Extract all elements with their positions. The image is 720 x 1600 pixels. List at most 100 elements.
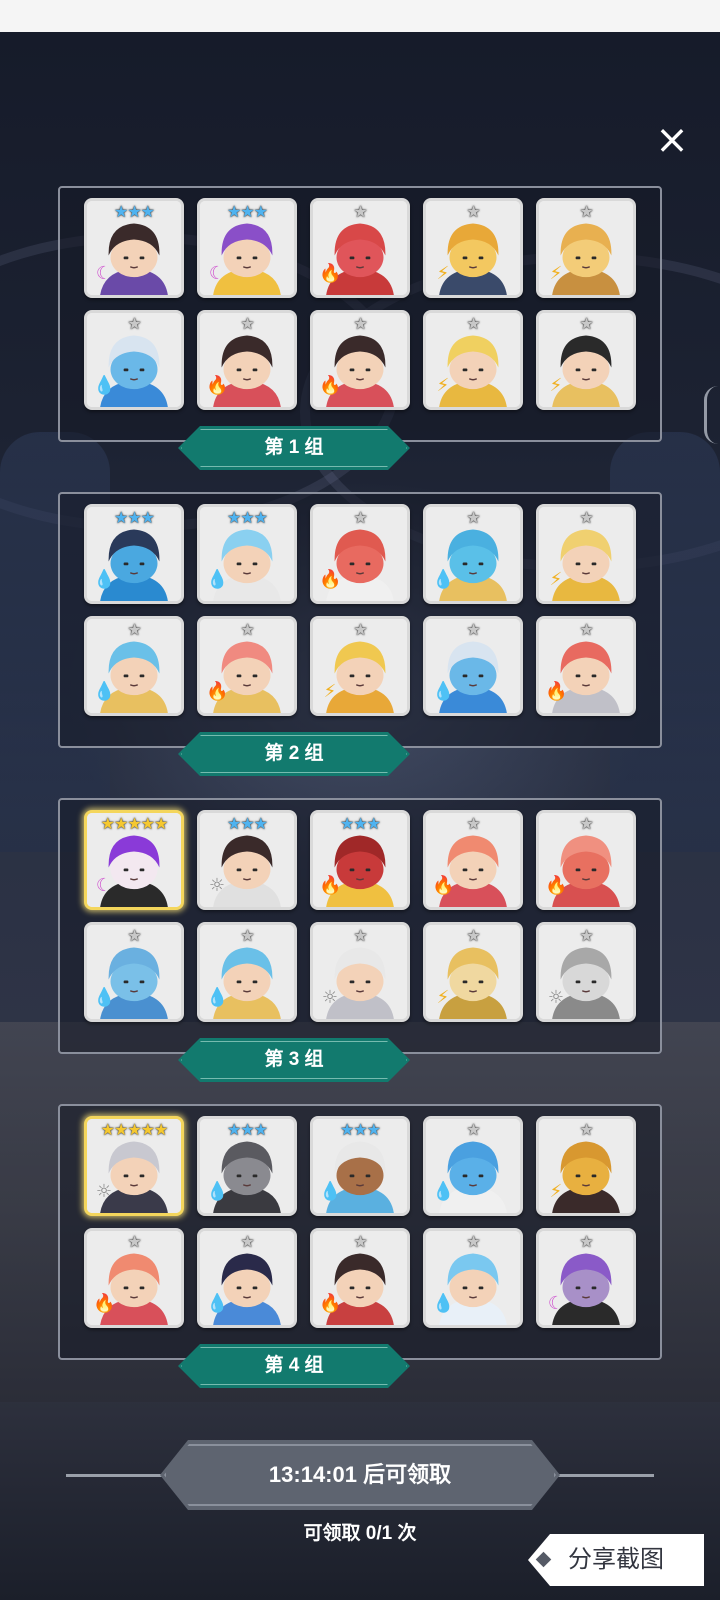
hero-card[interactable]: ★ ⚡	[536, 1116, 636, 1216]
hero-star-rating: ★	[466, 620, 480, 639]
hero-star-rating: ★	[127, 314, 141, 333]
moon-icon: ☾	[95, 875, 113, 896]
hero-star-rating: ★★★	[226, 508, 268, 527]
hero-card[interactable]: ★ 🔥	[423, 810, 523, 910]
hero-card[interactable]: ★ 🔥	[310, 1228, 410, 1328]
thunder-icon: ⚡	[549, 263, 563, 284]
hero-card[interactable]: ★★★★★ ☾	[84, 810, 184, 910]
hero-card[interactable]: ★ ⚡	[423, 310, 523, 410]
hero-card[interactable]: ★ ⚡	[536, 310, 636, 410]
hero-card[interactable]: ★ ⚡	[310, 616, 410, 716]
hero-card[interactable]: ★ 🔥	[310, 310, 410, 410]
hero-card[interactable]: ★★★ ☼	[197, 810, 297, 910]
hero-card[interactable]: ★ ⚡	[536, 198, 636, 298]
hero-star-rating: ★★★★★	[100, 1120, 169, 1139]
fire-icon: 🔥	[545, 875, 568, 896]
hero-star-rating: ★	[579, 814, 593, 833]
water-icon: 💧	[432, 681, 455, 702]
hero-star-rating: ★	[240, 1232, 254, 1251]
hero-star-rating: ★	[579, 620, 593, 639]
water-icon: 💧	[93, 375, 116, 396]
water-icon: 💧	[206, 1293, 229, 1314]
water-icon: 💧	[432, 569, 455, 590]
fire-icon: 🔥	[206, 681, 229, 702]
hero-card[interactable]: ★ 🔥	[310, 198, 410, 298]
hero-star-rating: ★★★	[339, 1120, 381, 1139]
water-icon: 💧	[432, 1293, 455, 1314]
hero-card[interactable]: ★ 💧	[197, 922, 297, 1022]
hero-star-rating: ★	[127, 620, 141, 639]
hero-star-rating: ★	[353, 926, 367, 945]
hero-card[interactable]: ★ ⚡	[423, 198, 523, 298]
group-label: 第 4 组	[178, 1344, 410, 1388]
light-icon: ☼	[208, 875, 226, 896]
hero-card[interactable]: ★ 💧	[423, 616, 523, 716]
claim-timer-button[interactable]: 13:14:01 后可领取	[160, 1440, 560, 1510]
hero-card[interactable]: ★ 🔥	[197, 616, 297, 716]
hero-star-rating: ★	[353, 314, 367, 333]
hero-card[interactable]: ★ 🔥	[197, 310, 297, 410]
hero-card[interactable]: ★ ☾	[536, 1228, 636, 1328]
hero-card[interactable]: ★ 🔥	[84, 1228, 184, 1328]
hero-card[interactable]: ★★★ ☾	[197, 198, 297, 298]
hero-star-rating: ★	[466, 1120, 480, 1139]
status-bar	[0, 0, 720, 32]
hero-card[interactable]: ★★★ ☾	[84, 198, 184, 298]
hero-card[interactable]: ★★★ 💧	[310, 1116, 410, 1216]
hero-star-rating: ★	[353, 508, 367, 527]
hero-star-rating: ★★★	[339, 814, 381, 833]
hero-group-panel: ★★★★★ ☾ ★★★ ☼ ★★★ 🔥 ★ 🔥 ★ 🔥 ★ 💧 ★ 💧 ★ ☼ ★ ⚡ ★ ☼	[58, 798, 662, 1054]
hero-card[interactable]: ★ ☼	[536, 922, 636, 1022]
hero-card[interactable]: ★ 🔥	[536, 810, 636, 910]
hero-grid: ★★★ ☾ ★★★ ☾ ★ 🔥 ★ ⚡ ★ ⚡ ★ 💧 ★ 🔥 ★ 🔥 ★ ⚡ ★ ⚡	[84, 198, 636, 410]
hero-card[interactable]: ★ ☼	[310, 922, 410, 1022]
water-icon: 💧	[432, 1181, 455, 1202]
water-icon: 💧	[206, 987, 229, 1008]
hero-card[interactable]: ★ 💧	[84, 310, 184, 410]
hero-group-panel: ★★★ ☾ ★★★ ☾ ★ 🔥 ★ ⚡ ★ ⚡ ★ 💧 ★ 🔥 ★ 🔥 ★ ⚡ ★ ⚡	[58, 186, 662, 442]
hero-star-rating: ★	[579, 314, 593, 333]
side-tab[interactable]	[704, 386, 720, 444]
hero-card[interactable]: ★★★★★ ☼	[84, 1116, 184, 1216]
hero-card[interactable]: ★ 🔥	[310, 504, 410, 604]
hero-grid: ★★★★★ ☾ ★★★ ☼ ★★★ 🔥 ★ 🔥 ★ 🔥 ★ 💧 ★ 💧 ★ ☼ ★ ⚡ ★ ☼	[84, 810, 636, 1022]
hero-star-rating: ★	[466, 314, 480, 333]
hero-star-rating: ★★★	[226, 814, 268, 833]
timer-divider-left	[66, 1474, 176, 1477]
hero-card[interactable]: ★ 💧	[423, 504, 523, 604]
thunder-icon: ⚡	[549, 375, 563, 396]
hero-star-rating: ★	[579, 1232, 593, 1251]
hero-card[interactable]: ★ 💧	[84, 616, 184, 716]
hero-star-rating: ★	[466, 508, 480, 527]
fire-icon: 🔥	[319, 1293, 342, 1314]
thunder-icon: ⚡	[323, 681, 337, 702]
hero-star-rating: ★	[240, 314, 254, 333]
hero-card[interactable]: ★ 🔥	[536, 616, 636, 716]
close-button[interactable]: ×	[652, 120, 692, 160]
hero-star-rating: ★	[240, 620, 254, 639]
hero-card[interactable]: ★★★ 🔥	[310, 810, 410, 910]
hero-card[interactable]: ★ 💧	[423, 1116, 523, 1216]
hero-grid: ★★★ 💧 ★★★ 💧 ★ 🔥 ★ 💧 ★ ⚡ ★ 💧 ★ 🔥 ★ ⚡ ★ 💧 ★ 🔥	[84, 504, 636, 716]
hero-card[interactable]: ★★★ 💧	[197, 1116, 297, 1216]
water-icon: 💧	[93, 681, 116, 702]
hero-star-rating: ★	[240, 926, 254, 945]
hero-star-rating: ★	[466, 926, 480, 945]
hero-star-rating: ★★★	[113, 202, 155, 221]
light-icon: ☼	[95, 1181, 113, 1202]
group-label: 第 2 组	[178, 732, 410, 776]
hero-card[interactable]: ★ 💧	[197, 1228, 297, 1328]
hero-card[interactable]: ★ 💧	[423, 1228, 523, 1328]
hero-star-rating: ★★★	[113, 508, 155, 527]
share-screenshot-button[interactable]: 分享截图	[528, 1534, 704, 1586]
hero-card[interactable]: ★ 💧	[84, 922, 184, 1022]
hero-star-rating: ★	[466, 202, 480, 221]
hero-card[interactable]: ★★★ 💧	[197, 504, 297, 604]
hero-star-rating: ★	[579, 508, 593, 527]
hero-card[interactable]: ★ ⚡	[536, 504, 636, 604]
hero-card[interactable]: ★★★ 💧	[84, 504, 184, 604]
hero-card[interactable]: ★ ⚡	[423, 922, 523, 1022]
hero-grid: ★★★★★ ☼ ★★★ 💧 ★★★ 💧 ★ 💧 ★ ⚡ ★ 🔥 ★ 💧 ★ 🔥 ★ 💧 ★ ☾	[84, 1116, 636, 1328]
fire-icon: 🔥	[206, 375, 229, 396]
light-icon: ☼	[321, 987, 339, 1008]
